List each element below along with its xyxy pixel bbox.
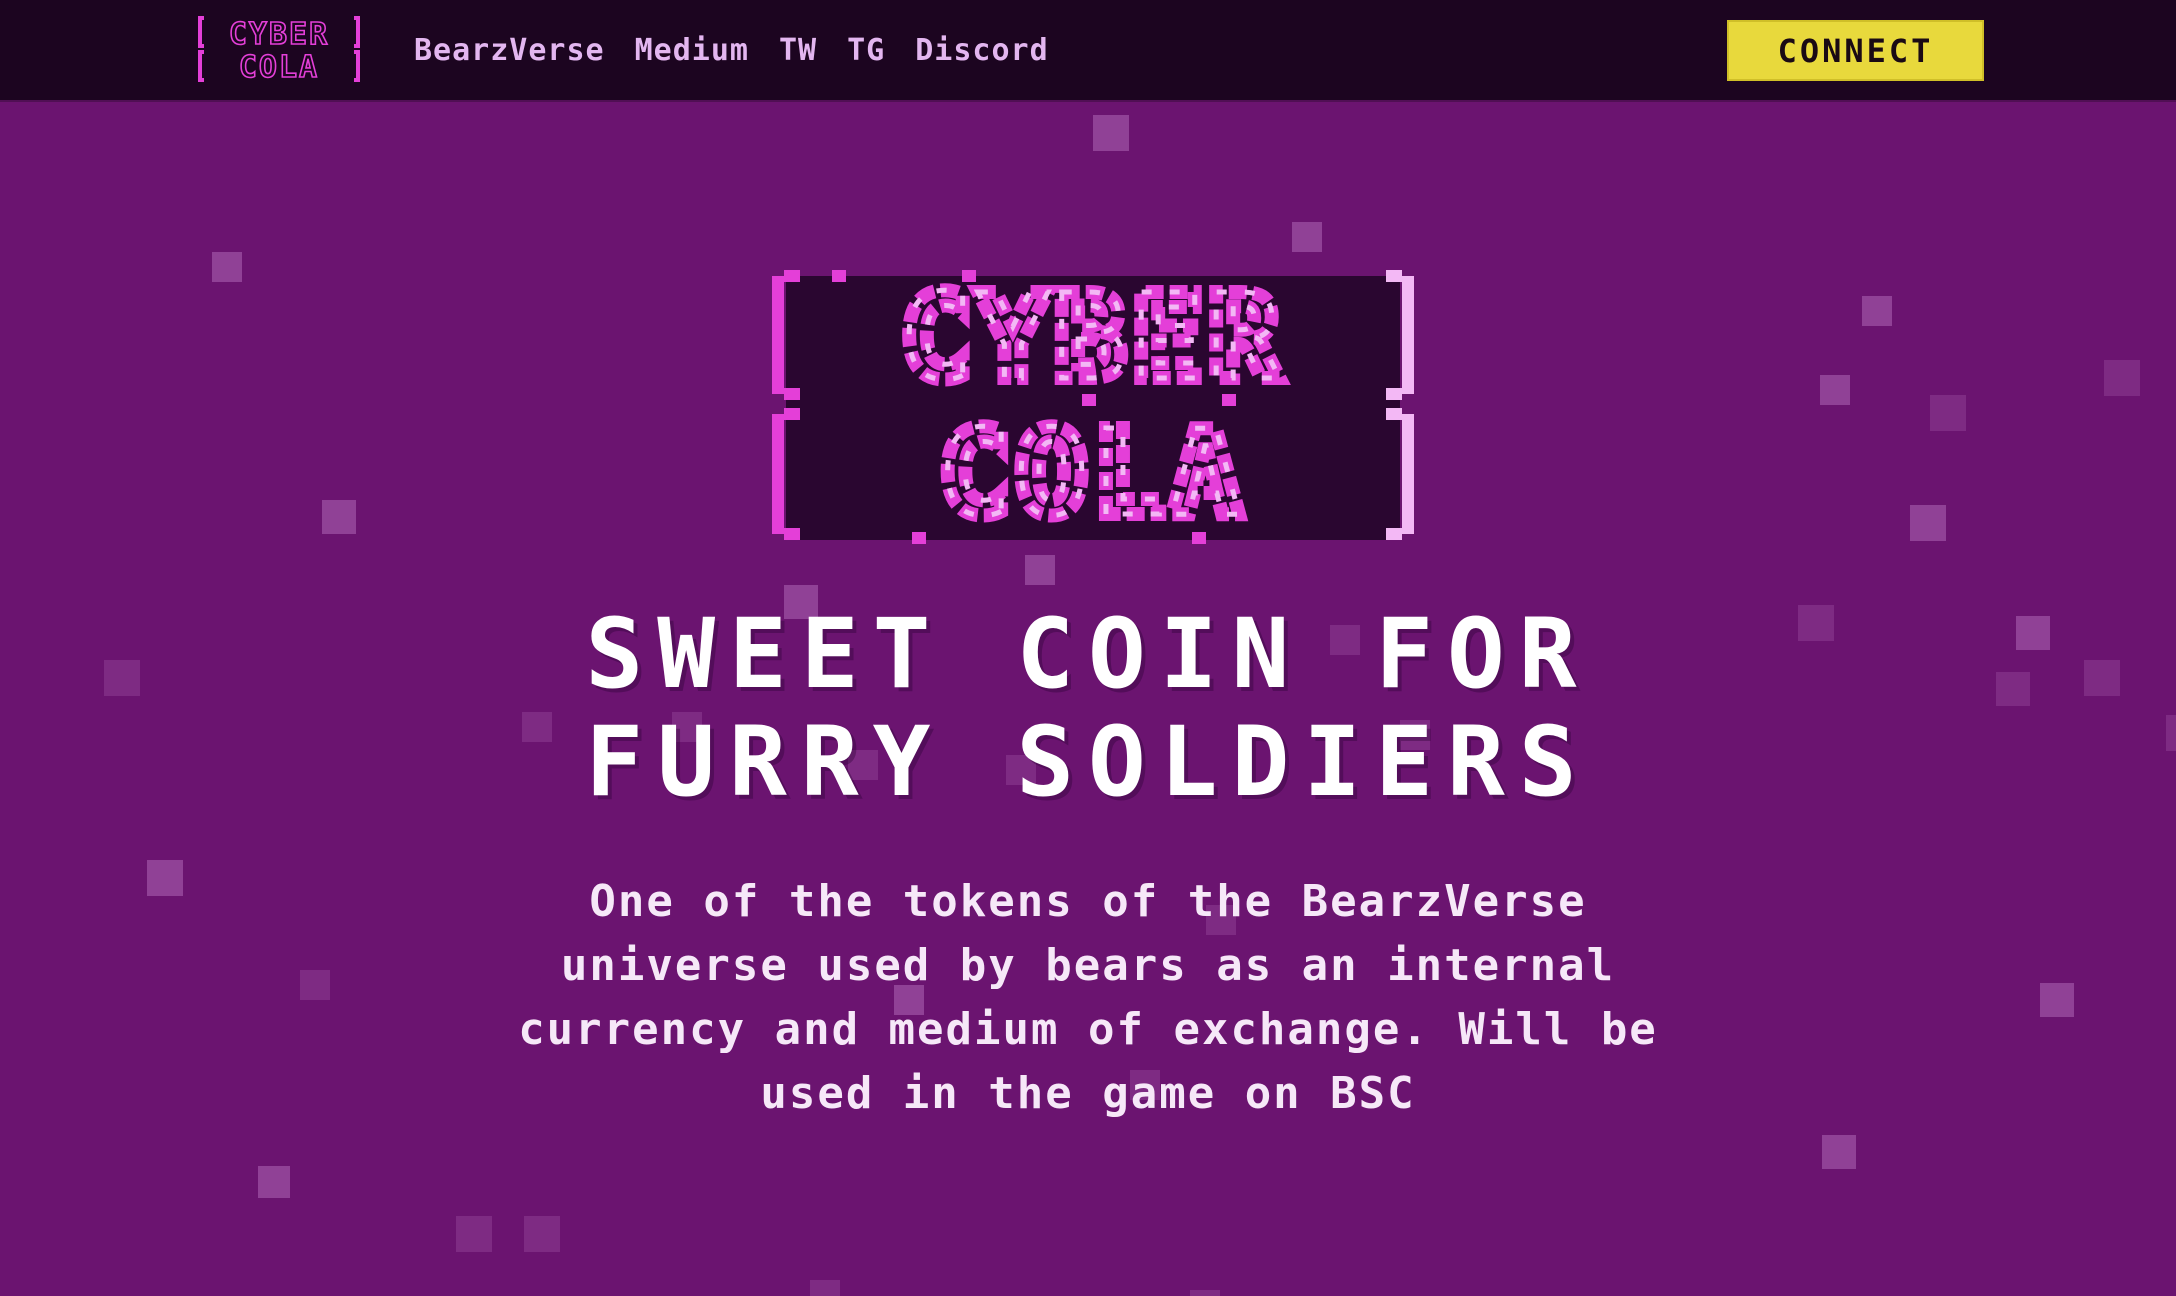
hero-description: One of the tokens of the BearzVerse univ… [518,876,1658,1119]
connect-wallet-button[interactable]: CONNECT [1727,20,1984,81]
hero-headline: SWEET COIN FOR FURRY SOLDIERS [430,600,1746,816]
main-nav: BearzVerse Medium TW TG Discord [414,0,1049,100]
nav-link-tg[interactable]: TG [847,33,885,68]
headline-line-2: FURRY SOLDIERS [585,706,1591,818]
nav-link-medium[interactable]: Medium [635,33,749,68]
top-nav-bar: CYBER COLA BearzVerse Medium TW TG Disco… [0,0,2176,100]
cyber-cola-hero-logo: CYBER CYBER COLA COLA [772,270,1414,546]
svg-text:COLA: COLA [939,404,1247,542]
svg-text:CYBER: CYBER [229,17,329,52]
nav-link-tw[interactable]: TW [779,33,817,68]
svg-text:CYBER: CYBER [900,270,1285,406]
cyber-cola-nav-logo[interactable]: CYBER COLA [198,14,360,84]
headline-line-1: SWEET COIN FOR [585,598,1591,710]
nav-link-bearzverse[interactable]: BearzVerse [414,33,605,68]
svg-text:COLA: COLA [239,50,319,84]
nav-link-discord[interactable]: Discord [915,33,1048,68]
